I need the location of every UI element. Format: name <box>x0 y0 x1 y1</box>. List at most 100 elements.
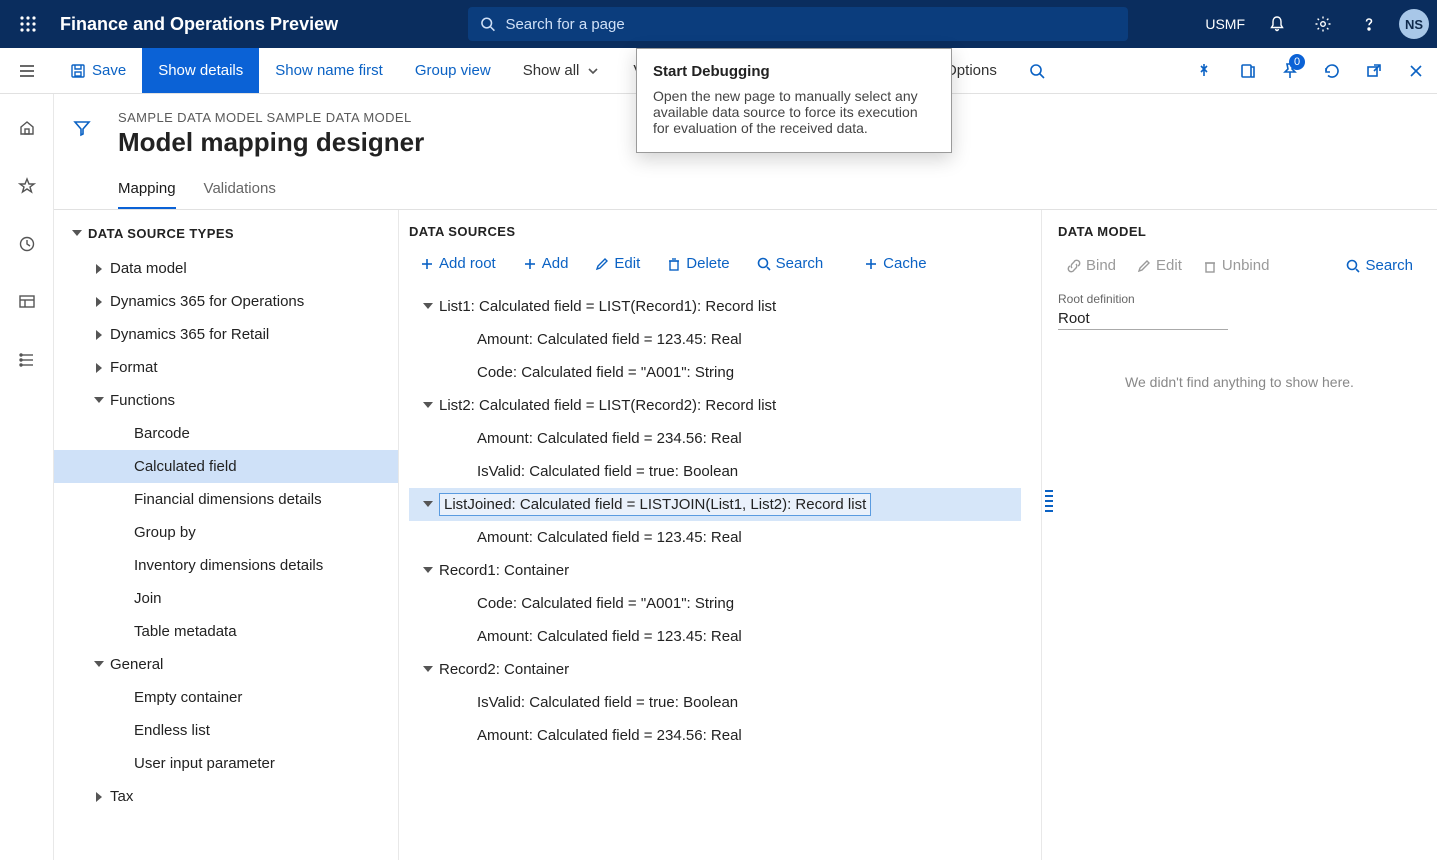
show-all-button[interactable]: Show all <box>507 48 618 93</box>
model-edit-button[interactable]: Edit <box>1128 253 1190 278</box>
splitter-handle[interactable] <box>1045 490 1053 514</box>
source-item[interactable]: Code: Calculated field = "A001": String <box>409 356 1021 389</box>
pin-button[interactable]: 0 <box>1269 48 1311 94</box>
source-item[interactable]: IsValid: Calculated field = true: Boolea… <box>409 686 1021 719</box>
type-item[interactable]: User input parameter <box>54 747 398 780</box>
tab-mapping[interactable]: Mapping <box>118 180 176 210</box>
root-definition-value[interactable]: Root <box>1058 308 1228 330</box>
source-item[interactable]: List2: Calculated field = LIST(Record2):… <box>409 389 1021 422</box>
notifications-button[interactable] <box>1257 0 1297 48</box>
source-item[interactable]: Record2: Container <box>409 653 1021 686</box>
source-item[interactable]: Record1: Container <box>409 554 1021 587</box>
search-button[interactable]: Search <box>746 251 834 276</box>
type-item[interactable]: Dynamics 365 for Retail <box>54 318 398 351</box>
refresh-button[interactable] <box>1311 48 1353 94</box>
save-button[interactable]: Save <box>54 48 142 93</box>
type-item[interactable]: Join <box>54 582 398 615</box>
cmdbar-search-button[interactable] <box>1013 48 1061 93</box>
close-icon <box>1407 62 1425 80</box>
unbind-label: Unbind <box>1222 257 1270 274</box>
type-item[interactable]: Table metadata <box>54 615 398 648</box>
cache-label: Cache <box>883 255 926 272</box>
attachments-button[interactable] <box>1185 48 1227 94</box>
source-item[interactable]: Code: Calculated field = "A001": String <box>409 587 1021 620</box>
popout-button[interactable] <box>1353 48 1395 94</box>
type-item[interactable]: Barcode <box>54 417 398 450</box>
workspaces-button[interactable] <box>0 286 54 318</box>
nav-rail <box>0 94 54 860</box>
favorites-button[interactable] <box>0 170 54 202</box>
type-item[interactable]: Endless list <box>54 714 398 747</box>
type-item[interactable]: Empty container <box>54 681 398 714</box>
type-item-label: Join <box>134 590 162 607</box>
source-item-label: Record2: Container <box>439 661 569 678</box>
type-item[interactable]: Calculated field <box>54 450 398 483</box>
settings-button[interactable] <box>1303 0 1343 48</box>
type-item[interactable]: Dynamics 365 for Operations <box>54 285 398 318</box>
modules-button[interactable] <box>0 344 54 376</box>
office-link-button[interactable] <box>1227 48 1269 94</box>
caret-icon[interactable] <box>417 568 439 574</box>
type-item-label: Inventory dimensions details <box>134 557 323 574</box>
caret-icon[interactable] <box>88 662 110 668</box>
caret-icon[interactable] <box>417 304 439 310</box>
source-item[interactable]: List1: Calculated field = LIST(Record1):… <box>409 290 1021 323</box>
pencil-icon <box>1136 258 1152 274</box>
tab-validations[interactable]: Validations <box>204 180 276 210</box>
show-name-first-button[interactable]: Show name first <box>259 48 399 93</box>
menu-toggle-button[interactable] <box>0 48 54 93</box>
star-icon <box>18 177 36 195</box>
type-item[interactable]: General <box>54 648 398 681</box>
type-item[interactable]: Tax <box>54 780 398 813</box>
source-item[interactable]: ListJoined: Calculated field = LISTJOIN(… <box>409 488 1021 521</box>
group-view-button[interactable]: Group view <box>399 48 507 93</box>
recents-button[interactable] <box>0 228 54 260</box>
home-button[interactable] <box>0 112 54 144</box>
source-item[interactable]: IsValid: Calculated field = true: Boolea… <box>409 455 1021 488</box>
type-item[interactable]: Inventory dimensions details <box>54 549 398 582</box>
add-button[interactable]: Add <box>512 251 579 276</box>
source-item[interactable]: Amount: Calculated field = 123.45: Real <box>409 323 1021 356</box>
model-search-button[interactable]: Search <box>1337 253 1421 278</box>
caret-icon[interactable] <box>417 667 439 673</box>
type-item[interactable]: Financial dimensions details <box>54 483 398 516</box>
empty-message: We didn't find anything to show here. <box>1058 374 1421 390</box>
caret-icon[interactable] <box>88 264 110 274</box>
close-button[interactable] <box>1395 48 1437 94</box>
caret-icon[interactable] <box>88 398 110 404</box>
plus-icon <box>419 256 435 272</box>
edit-button[interactable]: Edit <box>584 251 650 276</box>
filter-button[interactable] <box>66 112 98 144</box>
type-item[interactable]: Format <box>54 351 398 384</box>
user-avatar[interactable]: NS <box>1399 9 1429 39</box>
caret-icon[interactable] <box>88 792 110 802</box>
unbind-button[interactable]: Unbind <box>1194 253 1278 278</box>
app-launcher-button[interactable] <box>8 4 48 44</box>
collapse-caret-icon[interactable] <box>72 224 82 242</box>
source-item[interactable]: Amount: Calculated field = 123.45: Real <box>409 620 1021 653</box>
type-item[interactable]: Functions <box>54 384 398 417</box>
bind-button[interactable]: Bind <box>1058 253 1124 278</box>
source-item-label: Amount: Calculated field = 234.56: Real <box>477 727 742 744</box>
source-item[interactable]: Amount: Calculated field = 123.45: Real <box>409 521 1021 554</box>
global-search-input[interactable] <box>505 16 1116 33</box>
source-item[interactable]: Amount: Calculated field = 234.56: Real <box>409 422 1021 455</box>
type-item[interactable]: Group by <box>54 516 398 549</box>
show-details-button[interactable]: Show details <box>142 48 259 93</box>
delete-button[interactable]: Delete <box>656 251 739 276</box>
caret-icon[interactable] <box>88 297 110 307</box>
help-button[interactable] <box>1349 0 1389 48</box>
add-root-button[interactable]: Add root <box>409 251 506 276</box>
sources-heading: DATA SOURCES <box>409 224 1041 239</box>
cache-button[interactable]: Cache <box>853 251 936 276</box>
caret-icon[interactable] <box>88 330 110 340</box>
caret-icon[interactable] <box>88 363 110 373</box>
type-item-label: Calculated field <box>134 458 237 475</box>
caret-icon[interactable] <box>417 403 439 409</box>
source-item[interactable]: Amount: Calculated field = 234.56: Real <box>409 719 1021 752</box>
pencil-icon <box>594 256 610 272</box>
caret-icon[interactable] <box>417 502 439 508</box>
legal-entity[interactable]: USMF <box>1205 16 1245 32</box>
global-search[interactable] <box>468 7 1128 41</box>
type-item[interactable]: Data model <box>54 252 398 285</box>
